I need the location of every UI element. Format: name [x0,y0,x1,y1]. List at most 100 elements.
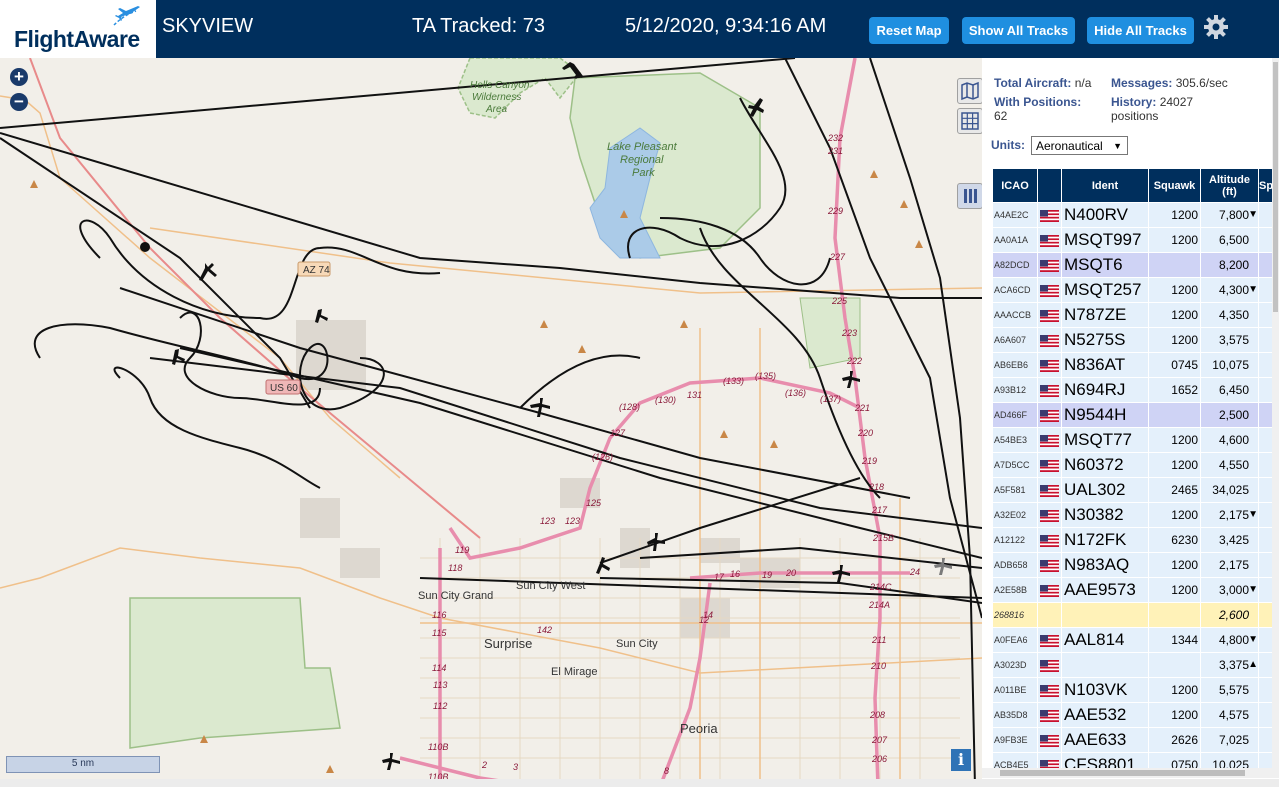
table-row[interactable]: ACA6CD MSQT257 1200 4,300 ▼ [993,278,1274,302]
col-speed[interactable]: Sp [1259,169,1274,202]
zoom-in-button[interactable]: + [10,68,28,86]
table-row[interactable]: AD466F N9544H 2,500 [993,403,1274,427]
svg-text:3: 3 [513,762,518,772]
plane-icon [113,6,140,26]
flag-cell [1038,553,1061,577]
svg-text:Sun City Grand: Sun City Grand [418,590,493,602]
table-row[interactable]: A12122 N172FK 6230 3,425 [993,528,1274,552]
icao-cell: AA0A1A [993,228,1037,252]
svg-text:206: 206 [871,754,887,764]
col-ident[interactable]: Ident [1062,169,1148,202]
vertical-scroll-thumb[interactable] [1273,62,1278,312]
table-row[interactable]: A011BE N103VK 1200 5,575 [993,678,1274,702]
flag-cell [1038,628,1061,652]
flag-cell [1038,728,1061,752]
squawk-cell [1149,603,1200,627]
table-row[interactable]: AA0A1A MSQT997 1200 6,500 [993,228,1274,252]
altitude-cell: 3,575 [1201,328,1258,352]
icao-cell: ADB658 [993,553,1037,577]
columns-icon [964,189,977,203]
col-altitude[interactable]: Altitude (ft) [1201,169,1258,202]
logo-text: FlightAware [14,26,140,52]
speed-cell [1259,528,1274,552]
hide-all-tracks-button[interactable]: Hide All Tracks [1087,17,1194,44]
speed-cell [1259,353,1274,377]
speed-cell [1259,278,1274,302]
squawk-cell: 1652 [1149,378,1200,402]
svg-text:Sun City: Sun City [616,638,658,650]
gear-icon[interactable] [1203,14,1229,40]
table-row[interactable]: ADB658 N983AQ 1200 2,175 [993,553,1274,577]
table-row[interactable]: AB6EB6 N836AT 0745 10,075 [993,353,1274,377]
flag-cell [1038,253,1061,277]
altitude-cell: 7,800 ▼ [1201,203,1258,227]
zoom-out-button[interactable]: − [10,93,28,111]
show-all-tracks-button[interactable]: Show All Tracks [962,17,1075,44]
ident-cell: N30382 [1062,503,1148,527]
map-layers-button[interactable] [957,78,982,104]
units-select[interactable]: Aeronautical ▼ [1031,136,1128,155]
flag-cell [1038,678,1061,702]
table-row[interactable]: A9FB3E AAE633 2626 7,025 [993,728,1274,752]
table-row[interactable]: A32E02 N30382 1200 2,175 ▼ [993,503,1274,527]
table-row[interactable]: A6A607 N5275S 1200 3,575 [993,328,1274,352]
speed-cell [1259,428,1274,452]
svg-text:211: 211 [871,635,886,645]
total-aircraft: Total Aircraft: n/a [994,76,1092,90]
squawk-cell: 1200 [1149,228,1200,252]
table-row[interactable]: A3023D 3,375 ▲ [993,653,1274,677]
table-row[interactable]: A5F581 UAL302 2465 34,025 [993,478,1274,502]
aircraft-table: ICAO Ident Squawk Altitude (ft) Sp A4AE2… [992,168,1274,778]
speed-cell [1259,478,1274,502]
table-row[interactable]: A82DCD MSQT6 8,200 [993,253,1274,277]
col-flag[interactable] [1038,169,1061,202]
svg-text:221: 221 [854,403,870,413]
svg-text:2: 2 [481,760,487,770]
ident-cell: N5275S [1062,328,1148,352]
table-row[interactable]: AB35D8 AAE532 1200 4,575 [993,703,1274,727]
ident-cell: MSQT6 [1062,253,1148,277]
squawk-cell: 1200 [1149,678,1200,702]
table-row[interactable]: A93B12 N694RJ 1652 6,450 [993,378,1274,402]
table-row[interactable]: A0FEA6 AAL814 1344 4,800 ▼ [993,628,1274,652]
grid-toggle-button[interactable] [957,108,982,134]
us-flag-icon [1040,309,1059,322]
altitude-cell: 2,175 ▼ [1201,503,1258,527]
with-positions: With Positions: 62 [994,95,1082,123]
ident-cell [1062,653,1148,677]
horizontal-scroll-thumb[interactable] [1000,770,1245,776]
table-row[interactable]: A4AE2C N400RV 1200 7,800 ▼ [993,203,1274,227]
svg-text:214C: 214C [869,582,892,592]
flag-cell [1038,453,1061,477]
altitude-cell: 5,575 [1201,678,1258,702]
map-view[interactable]: Hells Canyon Wilderness Area Lake Pleasa… [0,58,982,787]
panel-toggle-button[interactable] [957,183,982,209]
altitude-trend-icon: ▼ [1248,584,1258,595]
col-squawk[interactable]: Squawk [1149,169,1200,202]
flightaware-logo[interactable]: FlightAware [0,0,156,58]
speed-cell [1259,703,1274,727]
speed-cell [1259,403,1274,427]
svg-text:116: 116 [432,610,446,620]
squawk-cell: 1200 [1149,703,1200,727]
table-row[interactable]: AAACCB N787ZE 1200 4,350 [993,303,1274,327]
svg-text:US 60: US 60 [270,383,298,394]
col-icao[interactable]: ICAO [993,169,1037,202]
altitude-cell: 7,025 [1201,728,1258,752]
table-row[interactable]: A2E58B AAE9573 1200 3,000 ▼ [993,578,1274,602]
table-row[interactable]: 268816 2,600 [993,603,1274,627]
info-button[interactable]: i [951,749,971,771]
svg-text:123: 123 [540,516,555,526]
svg-text:(130): (130) [655,395,676,405]
speed-cell [1259,203,1274,227]
chevron-down-icon: ▼ [1113,141,1122,151]
svg-text:223: 223 [841,328,857,338]
table-row[interactable]: A7D5CC N60372 1200 4,550 [993,453,1274,477]
table-row[interactable]: A54BE3 MSQT77 1200 4,600 [993,428,1274,452]
squawk-cell: 2626 [1149,728,1200,752]
ident-cell: N60372 [1062,453,1148,477]
us-flag-icon [1040,659,1059,672]
reset-map-button[interactable]: Reset Map [869,17,949,44]
svg-text:123: 123 [565,516,580,526]
map-base: Hells Canyon Wilderness Area Lake Pleasa… [0,58,982,787]
